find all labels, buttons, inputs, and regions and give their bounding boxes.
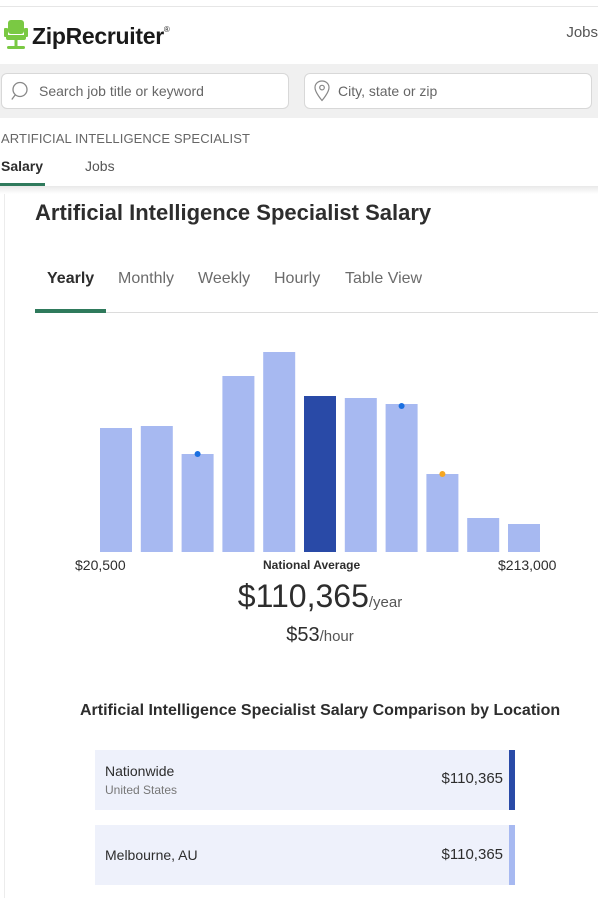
- search-bar: Search job title or keyword City, state …: [0, 64, 598, 118]
- comparison-title: Artificial Intelligence Specialist Salar…: [80, 702, 561, 719]
- yearly-salary-amount: $110,365: [237, 578, 369, 614]
- histogram-marker-dot: [398, 403, 405, 409]
- location-search-input[interactable]: City, state or zip: [304, 73, 592, 109]
- search-icon: [11, 81, 28, 100]
- site-header: ZipRecruiter® Jobs: [0, 8, 598, 64]
- hourly-salary-amount: $53: [286, 624, 320, 646]
- ziprecruiter-logo[interactable]: ZipRecruiter®: [4, 20, 170, 52]
- salary-histogram: [0, 330, 598, 555]
- range-min-label: $20,500: [75, 557, 126, 573]
- location-card-melbourne[interactable]: Melbourne, AU $110,365: [95, 825, 515, 885]
- tab-yearly[interactable]: Yearly: [47, 270, 94, 288]
- hourly-salary: $53/hour: [0, 624, 598, 647]
- location-bar: [509, 825, 515, 885]
- location-placeholder: City, state or zip: [338, 83, 438, 99]
- period-tab-indicator: [35, 309, 106, 313]
- keyword-search-input[interactable]: Search job title or keyword: [1, 73, 289, 109]
- top-divider: [0, 6, 598, 7]
- histogram-marker-dot: [194, 451, 201, 457]
- location-pin-icon: [314, 80, 330, 102]
- breadcrumb: ARTIFICIAL INTELLIGENCE SPECIALIST: [1, 131, 251, 146]
- histogram-bar: [426, 474, 459, 552]
- histogram-bar: [263, 352, 296, 552]
- tab-weekly[interactable]: Weekly: [198, 270, 250, 288]
- location-card-nationwide[interactable]: Nationwide United States $110,365: [95, 750, 515, 810]
- section-tabs: Salary Jobs: [0, 152, 598, 187]
- histogram-bar: [222, 376, 255, 552]
- tabs-shadow: [0, 186, 598, 194]
- histogram-bar: [100, 428, 132, 552]
- location-salary: $110,365: [441, 770, 503, 787]
- histogram-bar: [508, 524, 540, 552]
- chair-logo-icon: [4, 20, 28, 49]
- location-salary: $110,365: [441, 846, 503, 863]
- histogram-bar: [385, 404, 418, 552]
- histogram-bar: [140, 426, 173, 552]
- location-name: Nationwide: [105, 763, 175, 779]
- keyword-placeholder: Search job title or keyword: [39, 83, 204, 99]
- period-tabs: Yearly Monthly Weekly Hourly Table View: [35, 258, 598, 313]
- histogram-bar: [181, 454, 214, 552]
- range-max-label: $213,000: [498, 557, 557, 573]
- logo-wordmark: ZipRecruiter®: [32, 22, 170, 49]
- page-title: Artificial Intelligence Specialist Salar…: [35, 200, 432, 225]
- tab-hourly[interactable]: Hourly: [274, 270, 320, 288]
- histogram-svg: [100, 352, 540, 552]
- location-bar: [509, 750, 515, 810]
- location-name: Melbourne, AU: [105, 847, 198, 863]
- tab-monthly[interactable]: Monthly: [118, 270, 174, 288]
- yearly-salary: $110,365/year: [0, 578, 598, 615]
- tab-jobs[interactable]: Jobs: [85, 158, 115, 174]
- header-jobs-link[interactable]: Jobs: [566, 24, 598, 41]
- location-subtitle: United States: [105, 783, 178, 797]
- tab-salary[interactable]: Salary: [1, 158, 43, 174]
- histogram-marker-dot: [439, 471, 446, 477]
- hourly-salary-unit: /hour: [319, 628, 354, 645]
- histogram-bar: [467, 518, 500, 552]
- national-average-label: National Average: [263, 558, 361, 572]
- tab-table-view[interactable]: Table View: [345, 270, 422, 288]
- yearly-salary-unit: /year: [368, 594, 403, 611]
- histogram-bar: [344, 398, 377, 552]
- histogram-bar-national-average: [304, 396, 336, 552]
